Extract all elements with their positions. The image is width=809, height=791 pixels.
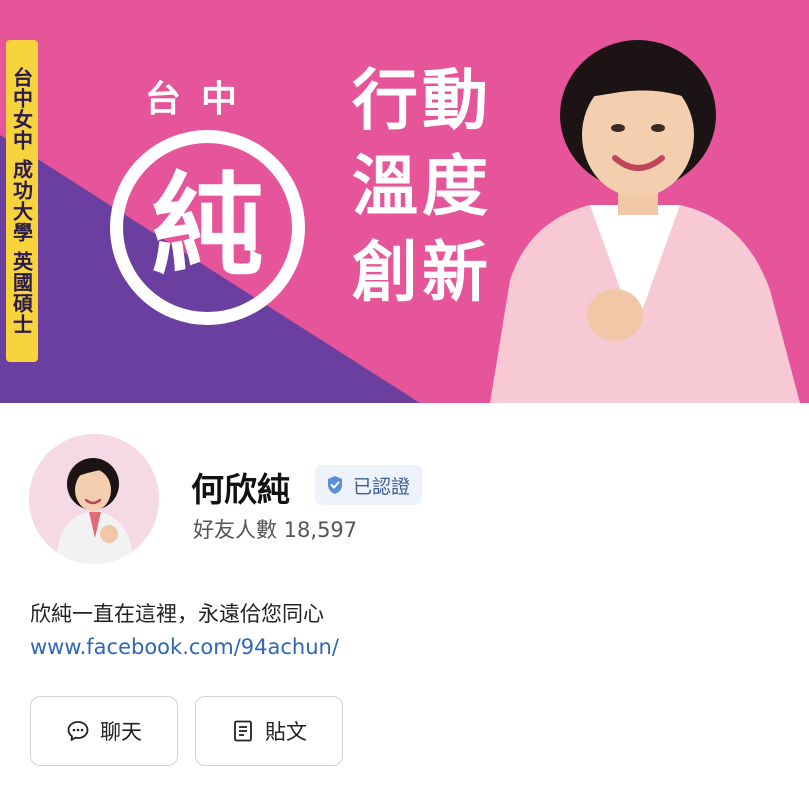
avatar-image [29, 434, 159, 564]
profile-description: 欣純一直在這裡，永遠佮您同心 [30, 602, 324, 626]
chat-button-label: 聊天 [100, 720, 142, 744]
profile-name: 何欣純 [191, 470, 290, 509]
verified-badge: 已認證 [315, 465, 423, 505]
chat-button[interactable]: 聊天 [30, 696, 178, 766]
posts-button-label: 貼文 [265, 720, 307, 744]
banner-portrait [490, 40, 800, 403]
profile-avatar[interactable] [29, 434, 159, 564]
banner-tagline-text: 台中女中 成功大學 英國碩士 [9, 67, 34, 335]
chat-bubble-icon [67, 721, 89, 741]
cover-banner: 台中女中 成功大學 英國碩士 台中 純 行動 溫度 創新 [0, 0, 809, 403]
banner-logo-char: 純 [151, 162, 264, 292]
banner-tagline: 台中女中 成功大學 英國碩士 [6, 40, 38, 362]
friend-count: 好友人數 18,597 [193, 518, 358, 542]
verified-badge-icon [328, 476, 342, 494]
document-icon [234, 720, 252, 742]
verified-label: 已認證 [353, 475, 411, 498]
posts-button[interactable]: 貼文 [195, 696, 343, 766]
banner-city: 台中 [145, 79, 258, 120]
profile-link[interactable]: www.facebook.com/94achun/ [30, 635, 339, 659]
